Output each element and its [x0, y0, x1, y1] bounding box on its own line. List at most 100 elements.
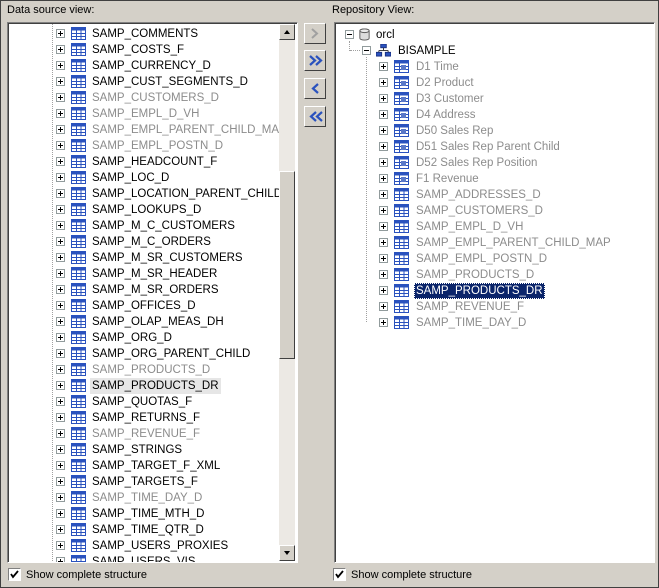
expand-toggle-icon[interactable] — [379, 270, 388, 279]
expand-toggle-icon[interactable] — [56, 141, 65, 150]
expand-toggle-icon[interactable] — [56, 125, 65, 134]
tree-node-table[interactable]: SAMP_USERS_PROXIES — [9, 538, 277, 554]
tree-node-table[interactable]: SAMP_ORG_D — [9, 330, 277, 346]
tree-node-table[interactable]: SAMP_HEADCOUNT_F — [9, 154, 277, 170]
tree-node-table[interactable]: SAMP_LOCATION_PARENT_CHILD — [9, 186, 282, 202]
tree-node-table[interactable]: SAMP_PRODUCTS_D — [336, 267, 636, 283]
left-show-complete-structure[interactable]: Show complete structure — [8, 567, 208, 583]
expand-toggle-icon[interactable] — [379, 110, 388, 119]
expand-toggle-icon[interactable] — [379, 78, 388, 87]
expand-toggle-icon[interactable] — [379, 238, 388, 247]
left-vertical-scrollbar[interactable] — [279, 24, 295, 561]
move-right-button[interactable] — [304, 23, 326, 44]
collapse-toggle-icon[interactable] — [362, 46, 371, 55]
tree-node-table[interactable]: SAMP_REVENUE_F — [336, 299, 636, 315]
move-all-right-button[interactable] — [304, 50, 326, 71]
tree-node-table[interactable]: SAMP_EMPL_POSTN_D — [336, 251, 636, 267]
tree-node-table[interactable]: SAMP_TIME_DAY_D — [336, 315, 636, 331]
expand-toggle-icon[interactable] — [56, 109, 65, 118]
tree-node-table[interactable]: SAMP_TIME_DAY_D — [9, 490, 277, 506]
tree-node-table[interactable]: SAMP_M_SR_ORDERS — [9, 282, 277, 298]
checkbox[interactable] — [333, 568, 346, 581]
expand-toggle-icon[interactable] — [56, 397, 65, 406]
tree-node-root[interactable]: orcl — [336, 27, 636, 43]
expand-toggle-icon[interactable] — [56, 221, 65, 230]
tree-node-table[interactable]: SAMP_ORG_PARENT_CHILD — [9, 346, 277, 362]
tree-node-logical-table[interactable]: F1 Revenue — [336, 171, 636, 187]
tree-node-logical-table[interactable]: D3 Customer — [336, 91, 636, 107]
expand-toggle-icon[interactable] — [56, 61, 65, 70]
expand-toggle-icon[interactable] — [56, 413, 65, 422]
tree-node-table[interactable]: SAMP_PRODUCTS_D — [9, 362, 277, 378]
tree-node-table[interactable]: SAMP_M_SR_HEADER — [9, 266, 277, 282]
expand-toggle-icon[interactable] — [56, 173, 65, 182]
expand-toggle-icon[interactable] — [56, 461, 65, 470]
expand-toggle-icon[interactable] — [56, 445, 65, 454]
expand-toggle-icon[interactable] — [379, 142, 388, 151]
tree-node-table[interactable]: SAMP_TARGETS_F — [9, 474, 277, 490]
tree-node-schema[interactable]: BISAMPLE — [336, 43, 636, 59]
expand-toggle-icon[interactable] — [379, 222, 388, 231]
tree-node-logical-table[interactable]: D2 Product — [336, 75, 636, 91]
tree-node-table[interactable]: SAMP_EMPL_D_VH — [9, 106, 277, 122]
expand-toggle-icon[interactable] — [56, 93, 65, 102]
expand-toggle-icon[interactable] — [56, 237, 65, 246]
scroll-down-button[interactable] — [279, 545, 295, 561]
expand-toggle-icon[interactable] — [56, 477, 65, 486]
tree-node-logical-table[interactable]: D51 Sales Rep Parent Child — [336, 139, 636, 155]
tree-node-logical-table[interactable]: D52 Sales Rep Position — [336, 155, 636, 171]
expand-toggle-icon[interactable] — [56, 349, 65, 358]
expand-toggle-icon[interactable] — [56, 381, 65, 390]
expand-toggle-icon[interactable] — [379, 318, 388, 327]
tree-node-table[interactable]: SAMP_STRINGS — [9, 442, 277, 458]
tree-node-table[interactable]: SAMP_EMPL_D_VH — [336, 219, 636, 235]
tree-node-table[interactable]: SAMP_REVENUE_F — [9, 426, 277, 442]
tree-node-table[interactable]: SAMP_TIME_QTR_D — [9, 522, 277, 538]
tree-node-table[interactable]: SAMP_CUSTOMERS_D — [9, 90, 277, 106]
tree-node-table[interactable]: SAMP_COSTS_F — [9, 42, 277, 58]
expand-toggle-icon[interactable] — [56, 541, 65, 550]
tree-node-logical-table[interactable]: D1 Time — [336, 59, 636, 75]
expand-toggle-icon[interactable] — [379, 94, 388, 103]
expand-toggle-icon[interactable] — [56, 333, 65, 342]
expand-toggle-icon[interactable] — [56, 525, 65, 534]
expand-toggle-icon[interactable] — [56, 189, 65, 198]
tree-node-table[interactable]: SAMP_M_SR_CUSTOMERS — [9, 250, 277, 266]
tree-node-table[interactable]: SAMP_USERS_VIS — [9, 554, 277, 562]
tree-node-table[interactable]: SAMP_EMPL_PARENT_CHILD_MAP — [336, 235, 636, 251]
expand-toggle-icon[interactable] — [56, 29, 65, 38]
tree-node-table[interactable]: SAMP_LOOKUPS_D — [9, 202, 277, 218]
expand-toggle-icon[interactable] — [379, 158, 388, 167]
tree-node-table[interactable]: SAMP_QUOTAS_F — [9, 394, 277, 410]
expand-toggle-icon[interactable] — [56, 157, 65, 166]
right-show-complete-structure[interactable]: Show complete structure — [333, 567, 533, 583]
expand-toggle-icon[interactable] — [379, 206, 388, 215]
tree-node-logical-table[interactable]: D50 Sales Rep — [336, 123, 636, 139]
tree-node-table[interactable]: SAMP_LOC_D — [9, 170, 277, 186]
tree-node-table[interactable]: SAMP_CUST_SEGMENTS_D — [9, 74, 277, 90]
checkbox[interactable] — [8, 568, 21, 581]
expand-toggle-icon[interactable] — [56, 285, 65, 294]
tree-node-table[interactable]: SAMP_CUSTOMERS_D — [336, 203, 636, 219]
tree-node-table[interactable]: SAMP_ADDRESSES_D — [336, 187, 636, 203]
expand-toggle-icon[interactable] — [56, 365, 65, 374]
expand-toggle-icon[interactable] — [379, 174, 388, 183]
tree-node-table[interactable]: SAMP_TARGET_F_XML — [9, 458, 277, 474]
tree-node-table[interactable]: SAMP_CURRENCY_D — [9, 58, 277, 74]
expand-toggle-icon[interactable] — [56, 45, 65, 54]
tree-node-table[interactable]: SAMP_TIME_MTH_D — [9, 506, 277, 522]
tree-node-table[interactable]: SAMP_M_C_CUSTOMERS — [9, 218, 277, 234]
move-all-left-button[interactable] — [304, 106, 326, 127]
tree-node-table[interactable]: SAMP_OFFICES_D — [9, 298, 277, 314]
tree-node-table[interactable]: SAMP_M_C_ORDERS — [9, 234, 277, 250]
expand-toggle-icon[interactable] — [379, 254, 388, 263]
tree-node-table[interactable]: SAMP_PRODUCTS_DR — [336, 283, 636, 299]
expand-toggle-icon[interactable] — [56, 509, 65, 518]
tree-node-table[interactable]: SAMP_EMPL_PARENT_CHILD_MAP — [9, 122, 287, 138]
collapse-toggle-icon[interactable] — [345, 30, 354, 39]
tree-node-table[interactable]: SAMP_PRODUCTS_DR — [9, 378, 277, 394]
expand-toggle-icon[interactable] — [56, 493, 65, 502]
expand-toggle-icon[interactable] — [379, 302, 388, 311]
data-source-tree[interactable]: SAMP_COMMENTS SAMP_COSTS_F SAMP_CURRENCY_D… — [7, 22, 298, 563]
tree-node-table[interactable]: SAMP_RETURNS_F — [9, 410, 277, 426]
